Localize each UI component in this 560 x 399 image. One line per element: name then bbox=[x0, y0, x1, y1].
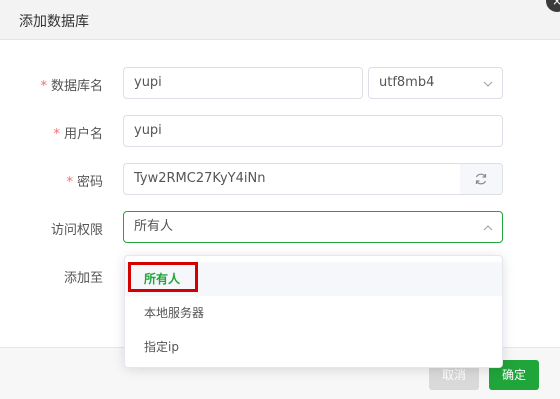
dropdown-option-specified-ip[interactable]: 指定ip bbox=[125, 330, 502, 364]
password-label-text: 密码 bbox=[76, 175, 103, 190]
password-label: * 密码 bbox=[13, 171, 103, 190]
db-name-label: * 数据库名 bbox=[13, 75, 103, 94]
charset-value: utf8mb4 bbox=[379, 75, 435, 90]
chevron-down-icon bbox=[483, 81, 493, 87]
access-dropdown: 所有人 本地服务器 指定ip bbox=[124, 255, 503, 368]
username-input[interactable]: yupi bbox=[123, 115, 503, 147]
access-select[interactable]: 所有人 bbox=[123, 211, 503, 243]
dialog-header: 添加数据库 bbox=[0, 0, 560, 40]
refresh-icon bbox=[475, 173, 487, 185]
access-label: 访问权限 bbox=[50, 223, 103, 238]
add-database-dialog: 添加数据库 × * 数据库名 yupi utf8mb4 * 用户名 yupi * 密码… bbox=[0, 0, 560, 399]
add-to-label: 添加至 bbox=[63, 271, 103, 286]
chevron-up-icon bbox=[483, 225, 493, 231]
required-mark: * bbox=[53, 127, 60, 142]
db-name-input[interactable]: yupi bbox=[123, 67, 363, 99]
highlight-annotation bbox=[128, 262, 198, 292]
dropdown-option-local-server[interactable]: 本地服务器 bbox=[125, 296, 502, 330]
refresh-password-button[interactable] bbox=[460, 163, 503, 195]
db-name-label-text: 数据库名 bbox=[50, 79, 103, 94]
access-value: 所有人 bbox=[134, 219, 174, 234]
required-mark: * bbox=[40, 79, 47, 94]
username-label-text: 用户名 bbox=[63, 127, 103, 142]
charset-select[interactable]: utf8mb4 bbox=[368, 67, 503, 99]
username-label: * 用户名 bbox=[13, 123, 103, 142]
required-mark: * bbox=[66, 175, 73, 190]
password-input[interactable]: Tyw2RMC27KyY4iNn bbox=[123, 163, 461, 195]
dialog-title: 添加数据库 bbox=[19, 14, 89, 30]
